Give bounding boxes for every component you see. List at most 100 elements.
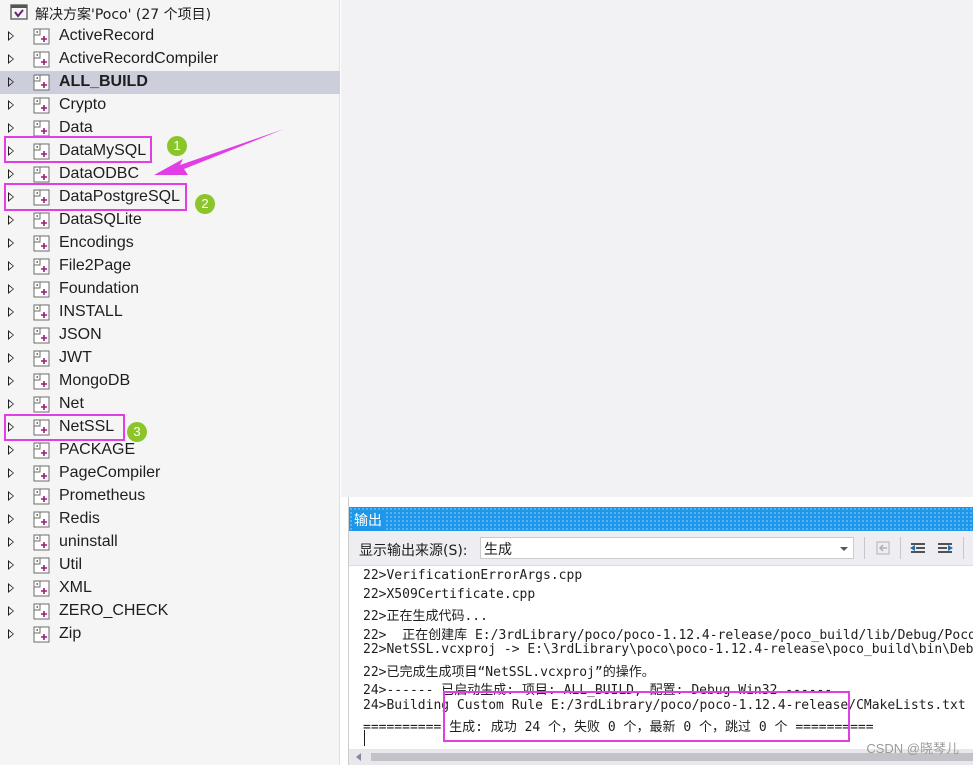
- expand-arrow-icon[interactable]: [8, 54, 14, 64]
- expand-arrow-icon[interactable]: [8, 606, 14, 616]
- expand-arrow-icon[interactable]: [8, 629, 14, 639]
- tree-item-json[interactable]: JSON: [0, 324, 340, 347]
- output-line: 22>已完成生成项目“NetSSL.vcxproj”的操作。: [363, 664, 655, 680]
- expand-arrow-icon[interactable]: [8, 238, 14, 248]
- tree-item-pagecompiler[interactable]: PageCompiler: [0, 462, 340, 485]
- tree-item-label: PageCompiler: [59, 464, 161, 481]
- cpp-project-icon: [33, 396, 50, 413]
- expand-arrow-icon[interactable]: [8, 560, 14, 570]
- expand-arrow-icon[interactable]: [8, 307, 14, 317]
- output-source-select[interactable]: 生成: [480, 537, 854, 559]
- tree-item-label: DataODBC: [59, 165, 140, 182]
- tree-item-label: Util: [59, 556, 83, 573]
- expand-arrow-icon[interactable]: [8, 330, 14, 340]
- expand-arrow-icon[interactable]: [8, 399, 14, 409]
- tree-item-uninstall[interactable]: uninstall: [0, 531, 340, 554]
- tree-item-mongodb[interactable]: MongoDB: [0, 370, 340, 393]
- tree-item-activerecord[interactable]: ActiveRecord: [0, 25, 340, 48]
- tree-item-package[interactable]: PACKAGE: [0, 439, 340, 462]
- tree-item-zip[interactable]: Zip: [0, 623, 340, 646]
- expand-arrow-icon[interactable]: [8, 583, 14, 593]
- tree-item-label: Net: [59, 395, 84, 412]
- tree-item-util[interactable]: Util: [0, 554, 340, 577]
- expand-arrow-icon[interactable]: [8, 215, 14, 225]
- expand-arrow-icon[interactable]: [8, 468, 14, 478]
- cpp-project-icon: [33, 120, 50, 137]
- tree-item-net[interactable]: Net: [0, 393, 340, 416]
- expand-arrow-icon[interactable]: [8, 261, 14, 271]
- toolbar-separator: [864, 537, 865, 559]
- tree-item-prometheus[interactable]: Prometheus: [0, 485, 340, 508]
- next-message-icon[interactable]: [935, 538, 955, 558]
- cpp-project-icon: [33, 235, 50, 252]
- cpp-project-icon: [33, 557, 50, 574]
- toolbar-separator: [900, 537, 901, 559]
- output-title: 输出: [354, 510, 386, 530]
- expand-arrow-icon[interactable]: [8, 123, 14, 133]
- tree-item-label: uninstall: [59, 533, 118, 550]
- highlight-box-build-rule: [443, 691, 850, 742]
- cpp-project-icon: [33, 603, 50, 620]
- tree-item-label: Crypto: [59, 96, 107, 113]
- output-line: 22>X509Certificate.cpp: [363, 586, 536, 602]
- go-to-error-icon[interactable]: [873, 538, 893, 558]
- tree-item-install[interactable]: INSTALL: [0, 301, 340, 324]
- tree-item-zero-check[interactable]: ZERO_CHECK: [0, 600, 340, 623]
- highlight-box-datapostgresql: [4, 183, 187, 211]
- cpp-project-icon: [33, 212, 50, 229]
- tree-item-encodings[interactable]: Encodings: [0, 232, 340, 255]
- tree-item-label: DataSQLite: [59, 211, 142, 228]
- visual-studio-solution-icon: [10, 4, 28, 20]
- expand-arrow-icon[interactable]: [8, 537, 14, 547]
- text-caret: [364, 730, 365, 746]
- tree-item-file2page[interactable]: File2Page: [0, 255, 340, 278]
- tree-item-activerecordcompiler[interactable]: ActiveRecordCompiler: [0, 48, 340, 71]
- expand-arrow-icon[interactable]: [8, 100, 14, 110]
- solution-node[interactable]: 解决方案'Poco' (27 个项目): [0, 0, 340, 26]
- expand-arrow-icon[interactable]: [8, 77, 14, 87]
- expand-arrow-icon[interactable]: [8, 491, 14, 501]
- previous-message-icon[interactable]: [908, 538, 928, 558]
- expand-arrow-icon[interactable]: [8, 31, 14, 41]
- output-source-label: 显示输出来源(S):: [359, 543, 468, 559]
- scroll-left-icon[interactable]: [356, 753, 361, 761]
- tree-item-label: Zip: [59, 625, 82, 642]
- expand-arrow-icon[interactable]: [8, 284, 14, 294]
- tree-item-jwt[interactable]: JWT: [0, 347, 340, 370]
- tree-item-label: XML: [59, 579, 92, 596]
- tree-item-label: ALL_BUILD: [59, 73, 148, 90]
- tree-item-datasqlite[interactable]: DataSQLite: [0, 209, 340, 232]
- chevron-down-icon: [840, 547, 848, 551]
- toolbar-separator: [963, 537, 964, 559]
- tree-item-xml[interactable]: XML: [0, 577, 340, 600]
- cpp-project-icon: [33, 258, 50, 275]
- cpp-project-icon: [33, 304, 50, 321]
- output-line: 22>正在生成代码...: [363, 609, 488, 624]
- expand-arrow-icon[interactable]: [8, 169, 14, 179]
- output-title-bar[interactable]: 输出: [349, 507, 973, 531]
- tree-item-label: JSON: [59, 326, 102, 343]
- tree-item-label: INSTALL: [59, 303, 123, 320]
- solution-explorer: 解决方案'Poco' (27 个项目) ActiveRecord ActiveRe…: [0, 0, 340, 765]
- cpp-project-icon: [33, 373, 50, 390]
- cpp-project-icon: [33, 166, 50, 183]
- cpp-project-icon: [33, 327, 50, 344]
- tree-item-label: Data: [59, 119, 93, 136]
- highlight-box-netssl: [4, 414, 125, 441]
- tree-item-all-build[interactable]: ALL_BUILD: [0, 71, 340, 94]
- watermark: CSDN @晓琴儿: [866, 741, 959, 756]
- tree-item-label: ActiveRecord: [59, 27, 155, 44]
- tree-item-crypto[interactable]: Crypto: [0, 94, 340, 117]
- expand-arrow-icon[interactable]: [8, 376, 14, 386]
- annotation-badge-3: 3: [127, 422, 147, 442]
- tree-item-foundation[interactable]: Foundation: [0, 278, 340, 301]
- expand-arrow-icon[interactable]: [8, 514, 14, 524]
- cpp-project-icon: [33, 442, 50, 459]
- tree-item-redis[interactable]: Redis: [0, 508, 340, 531]
- output-line: 22>VerificationErrorArgs.cpp: [363, 568, 583, 583]
- tree-item-label: MongoDB: [59, 372, 131, 389]
- tree-item-label: Prometheus: [59, 487, 146, 504]
- expand-arrow-icon[interactable]: [8, 445, 14, 455]
- expand-arrow-icon[interactable]: [8, 353, 14, 363]
- output-source-value: 生成: [484, 542, 512, 558]
